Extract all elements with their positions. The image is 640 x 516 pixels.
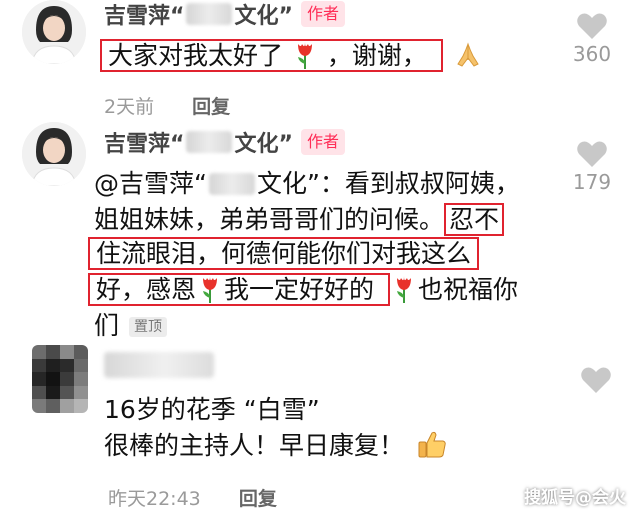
author-badge: 作者 <box>300 1 345 27</box>
reply-button[interactable]: 回复 <box>239 488 277 510</box>
author-avatar[interactable] <box>22 0 86 64</box>
blurred-user-name[interactable] <box>104 352 214 378</box>
highlighted-text: 住流眼泪，何德何能你们对我这么 <box>88 237 480 270</box>
tulip-icon <box>294 40 316 70</box>
comment-text-part: 很棒的主持人！早日康复！ <box>104 431 405 460</box>
author-avatar[interactable] <box>22 122 86 186</box>
like-button[interactable]: 360 <box>562 12 622 66</box>
comment-text-part: 们 <box>94 311 120 340</box>
heart-icon <box>577 13 607 39</box>
blurred-name-part <box>186 3 233 25</box>
heart-icon <box>577 141 607 167</box>
like-count: 179 <box>572 170 612 194</box>
comment-text-part: 文化”：看到叔叔阿姨， <box>256 169 520 198</box>
comment-text-part: 16岁的花季 “白雪” <box>104 395 320 424</box>
comment-text-part: 好，感恩 <box>96 275 197 304</box>
highlighted-text: 大家对我太好了 ，谢谢， <box>100 39 443 72</box>
comment-text: 大家对我太好了 ，谢谢， <box>100 38 483 74</box>
comment-time: 2天前 <box>104 96 155 118</box>
highlighted-text: 忍不 <box>444 203 505 236</box>
like-count: 360 <box>572 42 612 66</box>
thumbs-up-icon <box>416 428 448 460</box>
comment-text-line: 16岁的花季 “白雪” <box>104 392 320 428</box>
comment-text-line: 姐姐妹妹，弟弟哥哥们的问候。 忍不 <box>94 202 505 238</box>
comment-meta: 2天前 回复 <box>104 92 230 119</box>
author-name-suffix: 文化” <box>234 4 293 29</box>
author-name-prefix: 吉雪萍“ <box>104 4 185 29</box>
comment-text-line: 住流眼泪，何德何能你们对我这么 <box>88 236 480 272</box>
reply-button[interactable]: 回复 <box>192 96 230 118</box>
comment-text-part: 大家对我太好了 <box>108 41 284 70</box>
comment-text-line: 好，感恩 我一定好好的 也祝福你 <box>88 272 518 308</box>
highlighted-text: 好，感恩 我一定好好的 <box>88 273 390 306</box>
comment-text-part: @吉雪萍“ <box>94 169 207 198</box>
user-avatar[interactable] <box>32 345 88 413</box>
author-badge: 作者 <box>300 129 345 155</box>
comment-time: 昨天22:43 <box>108 488 201 510</box>
like-button[interactable]: 179 <box>562 140 622 194</box>
comment-text-line: 们置顶 <box>94 308 168 344</box>
prayer-hands-icon <box>453 40 483 70</box>
tulip-icon <box>393 274 415 304</box>
comment-author-name[interactable]: 吉雪萍“ 文化” 作者 <box>104 0 345 30</box>
comment-text-line: @吉雪萍“ 文化”：看到叔叔阿姨， <box>94 166 520 202</box>
blurred-name-part <box>186 131 233 153</box>
heart-icon <box>581 367 611 393</box>
blurred-name-part <box>208 173 255 195</box>
comment-text-line: 很棒的主持人！早日康复！ <box>104 428 448 464</box>
comment-text-part: 我一定好好的 <box>224 275 375 304</box>
like-button[interactable] <box>566 366 626 394</box>
watermark: 搜狐号@会火 <box>524 488 626 508</box>
pinned-tag: 置顶 <box>129 317 168 337</box>
comment-author-name[interactable]: 吉雪萍“ 文化” 作者 <box>104 126 345 158</box>
author-name-prefix: 吉雪萍“ <box>104 132 185 157</box>
author-name-suffix: 文化” <box>234 132 293 157</box>
comment-text-part: 姐姐妹妹，弟弟哥哥们的问候。 <box>94 205 445 234</box>
comment-meta: 昨天22:43 回复 <box>108 484 277 511</box>
tulip-icon <box>199 274 221 304</box>
comment-text-part: 也祝福你 <box>417 275 518 304</box>
comment-text-part: ，谢谢， <box>326 41 427 70</box>
